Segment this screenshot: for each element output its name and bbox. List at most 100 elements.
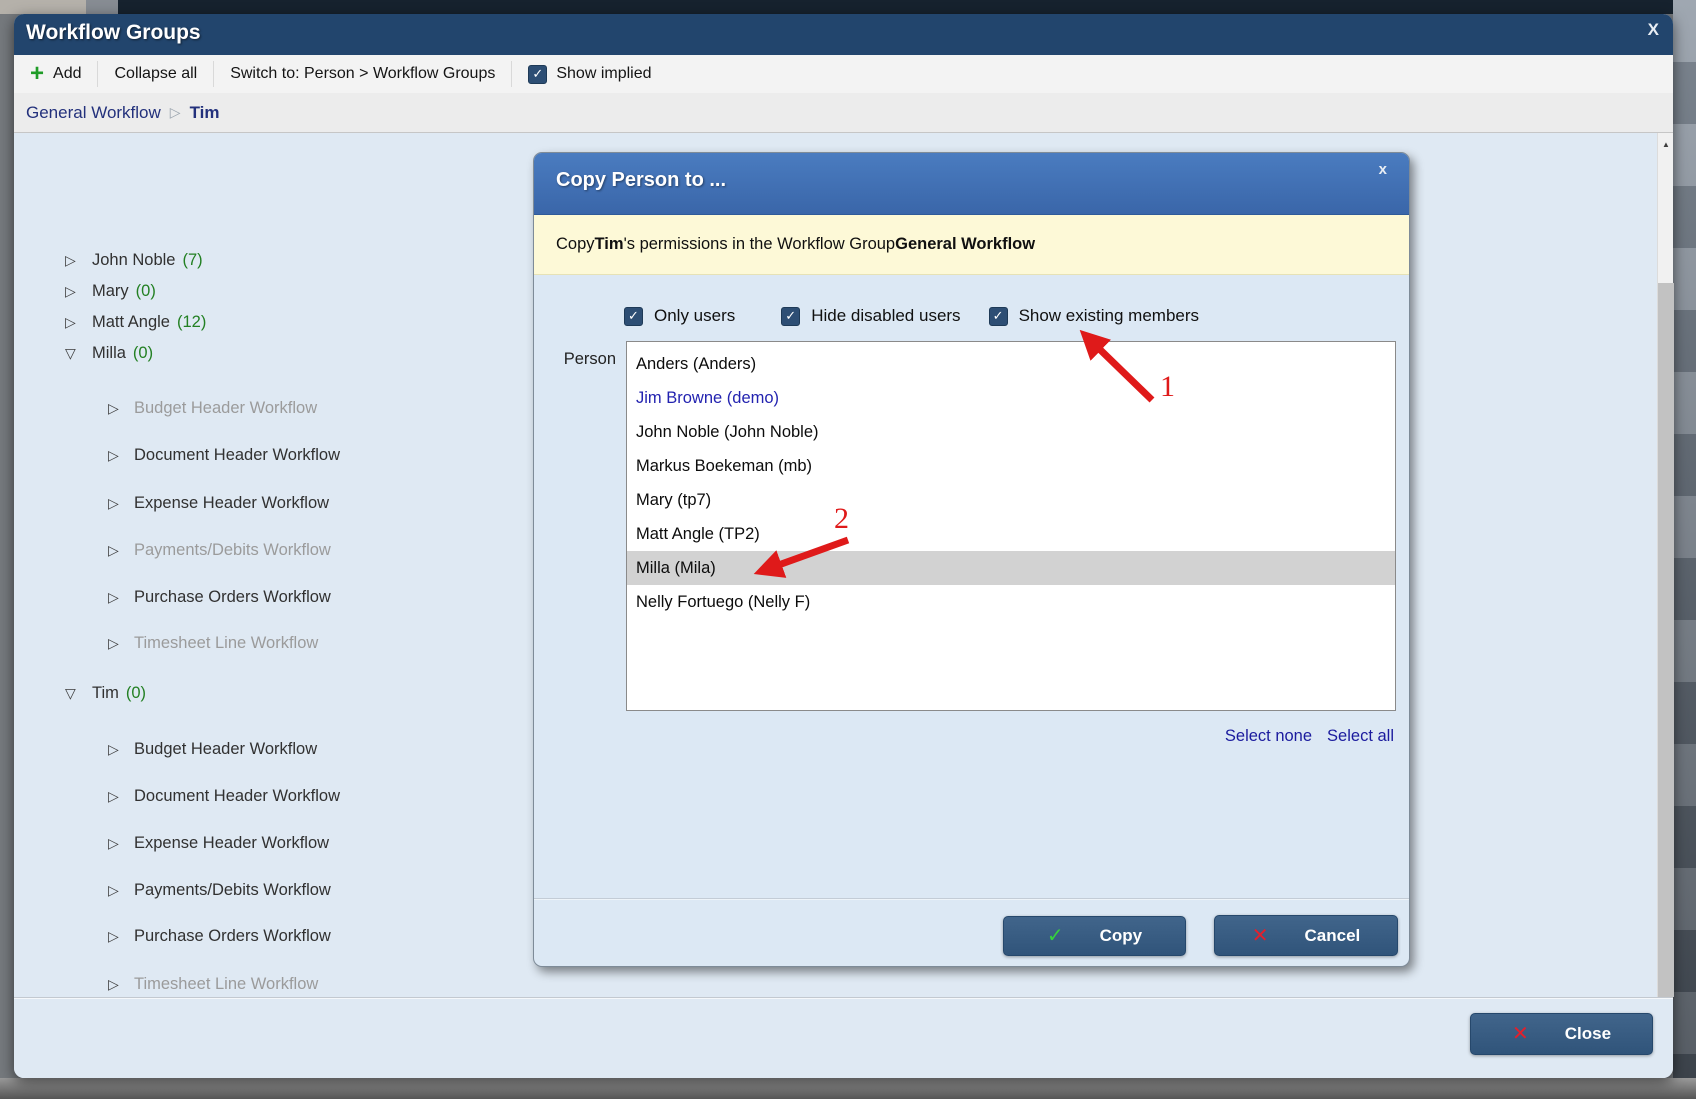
- person-listbox[interactable]: Anders (Anders) Jim Browne (demo) John N…: [626, 341, 1396, 711]
- only-users-checkbox[interactable]: ✓: [624, 307, 643, 326]
- window-footer: [14, 997, 1673, 1078]
- breadcrumb-group[interactable]: General Workflow: [26, 103, 161, 123]
- window-close-icon[interactable]: X: [1642, 18, 1665, 42]
- tree-item-mary[interactable]: ▷ Mary (0): [65, 279, 156, 303]
- expand-triangle-icon[interactable]: ▷: [108, 400, 134, 417]
- tree-item-payments-debits-workflow[interactable]: ▷ Payments/Debits Workflow: [108, 878, 331, 902]
- tree-item-label[interactable]: Document Header Workflow: [134, 787, 340, 806]
- person-option-anders[interactable]: Anders (Anders): [627, 347, 1395, 381]
- tree-item-label[interactable]: Purchase Orders Workflow: [134, 588, 331, 607]
- only-users-label[interactable]: Only users: [654, 306, 735, 326]
- tree-item-budget-header-workflow[interactable]: ▷ Budget Header Workflow: [108, 737, 317, 761]
- tree-item-budget-header-workflow[interactable]: ▷ Budget Header Workflow: [108, 396, 317, 420]
- tree-item-document-header-workflow[interactable]: ▷ Document Header Workflow: [108, 784, 340, 808]
- scrollbar-up-arrow-icon[interactable]: ▲: [1658, 133, 1674, 155]
- tree-item-expense-header-workflow[interactable]: ▷ Expense Header Workflow: [108, 831, 329, 855]
- switch-to-button[interactable]: Switch to: Person > Workflow Groups: [214, 61, 512, 87]
- tree-item-john-noble[interactable]: ▷ John Noble (7): [65, 248, 203, 272]
- person-option-nelly-fortuego[interactable]: Nelly Fortuego (Nelly F): [627, 585, 1395, 619]
- tree-item-label[interactable]: Mary: [92, 282, 129, 301]
- tree-item-label[interactable]: Budget Header Workflow: [134, 740, 317, 759]
- switch-to-label: Switch to: Person > Workflow Groups: [230, 65, 495, 83]
- hide-disabled-users-checkbox[interactable]: ✓: [781, 307, 800, 326]
- expand-triangle-icon[interactable]: ▷: [108, 589, 134, 606]
- show-existing-members-toggle[interactable]: ✓ Show existing members: [989, 306, 1199, 326]
- expand-triangle-icon[interactable]: ▷: [108, 788, 134, 805]
- tree-item-tim[interactable]: ▽ Tim (0): [65, 681, 146, 705]
- show-existing-members-checkbox[interactable]: ✓: [989, 307, 1008, 326]
- person-option-milla-selected[interactable]: Milla (Mila): [627, 551, 1395, 585]
- expand-triangle-icon[interactable]: ▷: [65, 283, 92, 300]
- expand-triangle-icon[interactable]: ▷: [108, 495, 134, 512]
- person-option-matt-angle[interactable]: Matt Angle (TP2): [627, 517, 1395, 551]
- collapse-triangle-icon[interactable]: ▽: [65, 345, 92, 362]
- show-implied-label[interactable]: Show implied: [556, 65, 651, 83]
- show-existing-members-label[interactable]: Show existing members: [1019, 306, 1199, 326]
- person-option-markus-boekeman[interactable]: Markus Boekeman (mb): [627, 449, 1395, 483]
- tree-item-label[interactable]: Matt Angle: [92, 313, 170, 332]
- tree-item-label[interactable]: Payments/Debits Workflow: [134, 881, 331, 900]
- scrollbar-thumb[interactable]: [1658, 283, 1674, 997]
- cancel-x-icon: ✕: [1252, 926, 1269, 946]
- tree-item-label[interactable]: Timesheet Line Workflow: [134, 634, 318, 653]
- tree-item-timesheet-line-workflow[interactable]: ▷ Timesheet Line Workflow: [108, 631, 318, 655]
- tree-item-matt-angle[interactable]: ▷ Matt Angle (12): [65, 310, 206, 334]
- expand-triangle-icon[interactable]: ▷: [108, 447, 134, 464]
- close-button[interactable]: ✕ Close: [1470, 1013, 1653, 1055]
- expand-triangle-icon[interactable]: ▷: [108, 635, 134, 652]
- select-none-link[interactable]: Select none: [1225, 727, 1312, 746]
- background-bottom-strip: [0, 1078, 1696, 1099]
- hide-disabled-users-label[interactable]: Hide disabled users: [811, 306, 960, 326]
- person-option-john-noble[interactable]: John Noble (John Noble): [627, 415, 1395, 449]
- hide-disabled-users-toggle[interactable]: ✓ Hide disabled users: [781, 306, 960, 326]
- person-option-jim-browne[interactable]: Jim Browne (demo): [627, 381, 1395, 415]
- tree-item-purchase-orders-workflow[interactable]: ▷ Purchase Orders Workflow: [108, 585, 331, 609]
- add-button-label: Add: [53, 65, 81, 83]
- expand-triangle-icon[interactable]: ▷: [108, 882, 134, 899]
- tree-scrollbar[interactable]: ▲: [1657, 133, 1673, 997]
- expand-triangle-icon[interactable]: ▷: [108, 835, 134, 852]
- breadcrumb-person[interactable]: Tim: [190, 103, 220, 123]
- expand-triangle-icon[interactable]: ▷: [108, 976, 134, 993]
- expand-triangle-icon[interactable]: ▷: [108, 741, 134, 758]
- tree-item-document-header-workflow[interactable]: ▷ Document Header Workflow: [108, 443, 340, 467]
- tree-item-timesheet-line-workflow[interactable]: ▷ Timesheet Line Workflow: [108, 972, 318, 996]
- only-users-toggle[interactable]: ✓ Only users: [624, 306, 735, 326]
- tree-item-count: (12): [177, 313, 206, 332]
- tree-item-label[interactable]: Purchase Orders Workflow: [134, 927, 331, 946]
- expand-triangle-icon[interactable]: ▷: [108, 928, 134, 945]
- collapse-triangle-icon[interactable]: ▽: [65, 685, 92, 702]
- tree-item-purchase-orders-workflow[interactable]: ▷ Purchase Orders Workflow: [108, 924, 331, 948]
- show-implied-toggle[interactable]: ✓ Show implied: [512, 61, 667, 87]
- window-title: Workflow Groups: [26, 21, 201, 45]
- tree-item-label[interactable]: Budget Header Workflow: [134, 399, 317, 418]
- expand-triangle-icon[interactable]: ▷: [65, 252, 92, 269]
- tree-item-label[interactable]: Milla: [92, 344, 126, 363]
- tree-item-label[interactable]: Expense Header Workflow: [134, 494, 329, 513]
- add-button[interactable]: + Add: [14, 61, 98, 87]
- tree-item-payments-debits-workflow[interactable]: ▷ Payments/Debits Workflow: [108, 538, 331, 562]
- modal-close-icon[interactable]: x: [1375, 159, 1391, 180]
- select-all-link[interactable]: Select all: [1327, 727, 1394, 746]
- cancel-button[interactable]: ✕ Cancel: [1214, 915, 1398, 956]
- tree-item-label[interactable]: Expense Header Workflow: [134, 834, 329, 853]
- tree-item-milla[interactable]: ▽ Milla (0): [65, 341, 153, 365]
- tree-item-label[interactable]: Tim: [92, 684, 119, 703]
- tree-item-label[interactable]: Payments/Debits Workflow: [134, 541, 331, 560]
- copy-button[interactable]: ✓ Copy: [1003, 916, 1186, 956]
- tree-item-expense-header-workflow[interactable]: ▷ Expense Header Workflow: [108, 491, 329, 515]
- selection-links: Select none Select all: [1225, 727, 1394, 746]
- tree-item-label[interactable]: Document Header Workflow: [134, 446, 340, 465]
- tree-item-count: (7): [182, 251, 202, 270]
- tree-item-label[interactable]: Timesheet Line Workflow: [134, 975, 318, 994]
- show-implied-checkbox[interactable]: ✓: [528, 65, 547, 84]
- filter-checkbox-row: ✓ Only users ✓ Hide disabled users ✓ Sho…: [624, 306, 1199, 326]
- tree-item-label[interactable]: John Noble: [92, 251, 175, 270]
- expand-triangle-icon[interactable]: ▷: [108, 542, 134, 559]
- copy-check-icon: ✓: [1047, 926, 1064, 946]
- person-option-mary[interactable]: Mary (tp7): [627, 483, 1395, 517]
- expand-triangle-icon[interactable]: ▷: [65, 314, 92, 331]
- tree-item-count: (0): [136, 282, 156, 301]
- collapse-all-button[interactable]: Collapse all: [98, 61, 214, 87]
- background-top-strip: [0, 0, 1696, 14]
